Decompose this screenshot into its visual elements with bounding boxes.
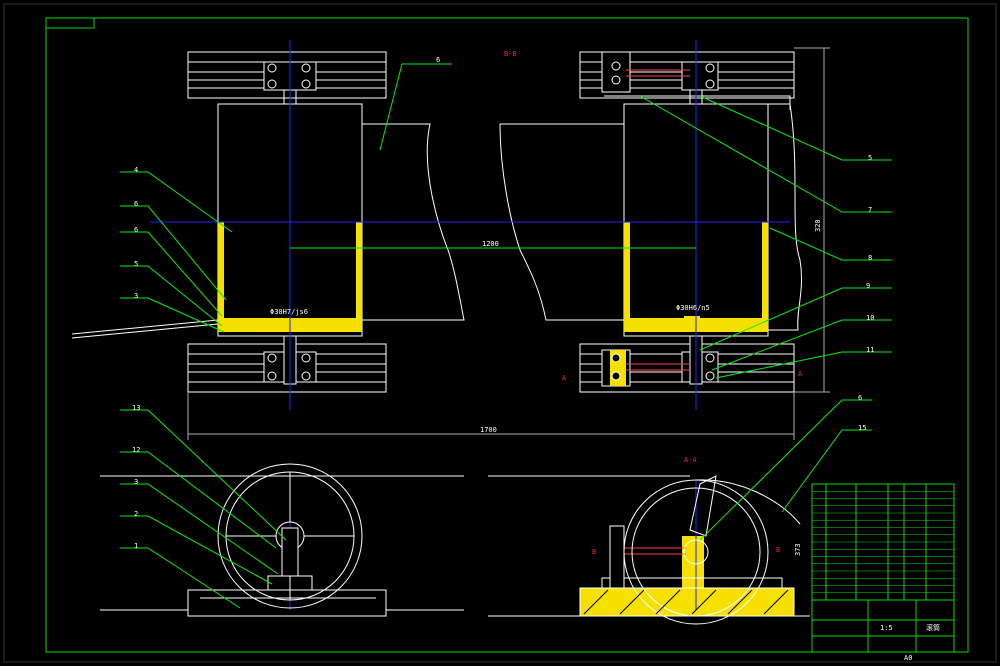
part-number: 1 [134, 542, 138, 550]
section-arrow-b-right: B [776, 546, 780, 554]
drawing-frame [3, 3, 997, 663]
section-arrow-b-left: B [592, 548, 596, 556]
part-number: 5 [868, 154, 872, 162]
section-arrow-a-right: A [798, 370, 803, 378]
part-number: 11 [866, 346, 874, 354]
dimension-height-right: 320 [814, 219, 822, 232]
part-number: 15 [858, 424, 866, 432]
fit-tolerance-left: Φ30H7/js6 [270, 308, 308, 316]
part-number: 13 [132, 404, 140, 412]
title-block-drawing-name: 滚筒 [926, 623, 940, 632]
part-number: 6 [134, 200, 138, 208]
part-number: 4 [134, 166, 138, 174]
top-view [71, 47, 830, 440]
part-number: 2 [134, 510, 138, 518]
part-number: 12 [132, 446, 140, 454]
part-number: 10 [866, 314, 874, 322]
dimension-overall-length: 1700 [480, 426, 497, 434]
part-number: 6 [858, 394, 862, 402]
title-block-rows [812, 490, 954, 594]
part-number: 3 [134, 478, 138, 486]
bearing-block-bottom-left [187, 327, 387, 393]
bearing-block-top-left [187, 51, 387, 105]
cad-drawing: B-B A-A A A B B 1200 1700 Φ30H7/js6 Φ30H… [3, 3, 997, 663]
part-number: 5 [134, 260, 138, 268]
fit-tolerance-right: Φ30H6/n5 [676, 304, 710, 312]
part-number: 8 [868, 254, 872, 262]
title-block-sheet: A0 [904, 654, 912, 662]
part-number: 7 [868, 206, 872, 214]
part-number: 6 [134, 226, 138, 234]
dimension-center-distance: 1200 [482, 240, 499, 248]
bottom-view-left [100, 463, 464, 617]
part-number-top-belt: 6 [436, 56, 440, 64]
title-block-scale: 1:5 [880, 624, 893, 632]
part-number: 3 [134, 292, 138, 300]
part-number: 9 [866, 282, 870, 290]
dimension-height-lower: 373 [794, 543, 802, 556]
dimension-height-right [794, 47, 830, 393]
section-arrow-a-left: A [562, 374, 567, 382]
section-label-bb: B-B [504, 50, 517, 58]
section-label-aa: A-A [684, 456, 697, 464]
